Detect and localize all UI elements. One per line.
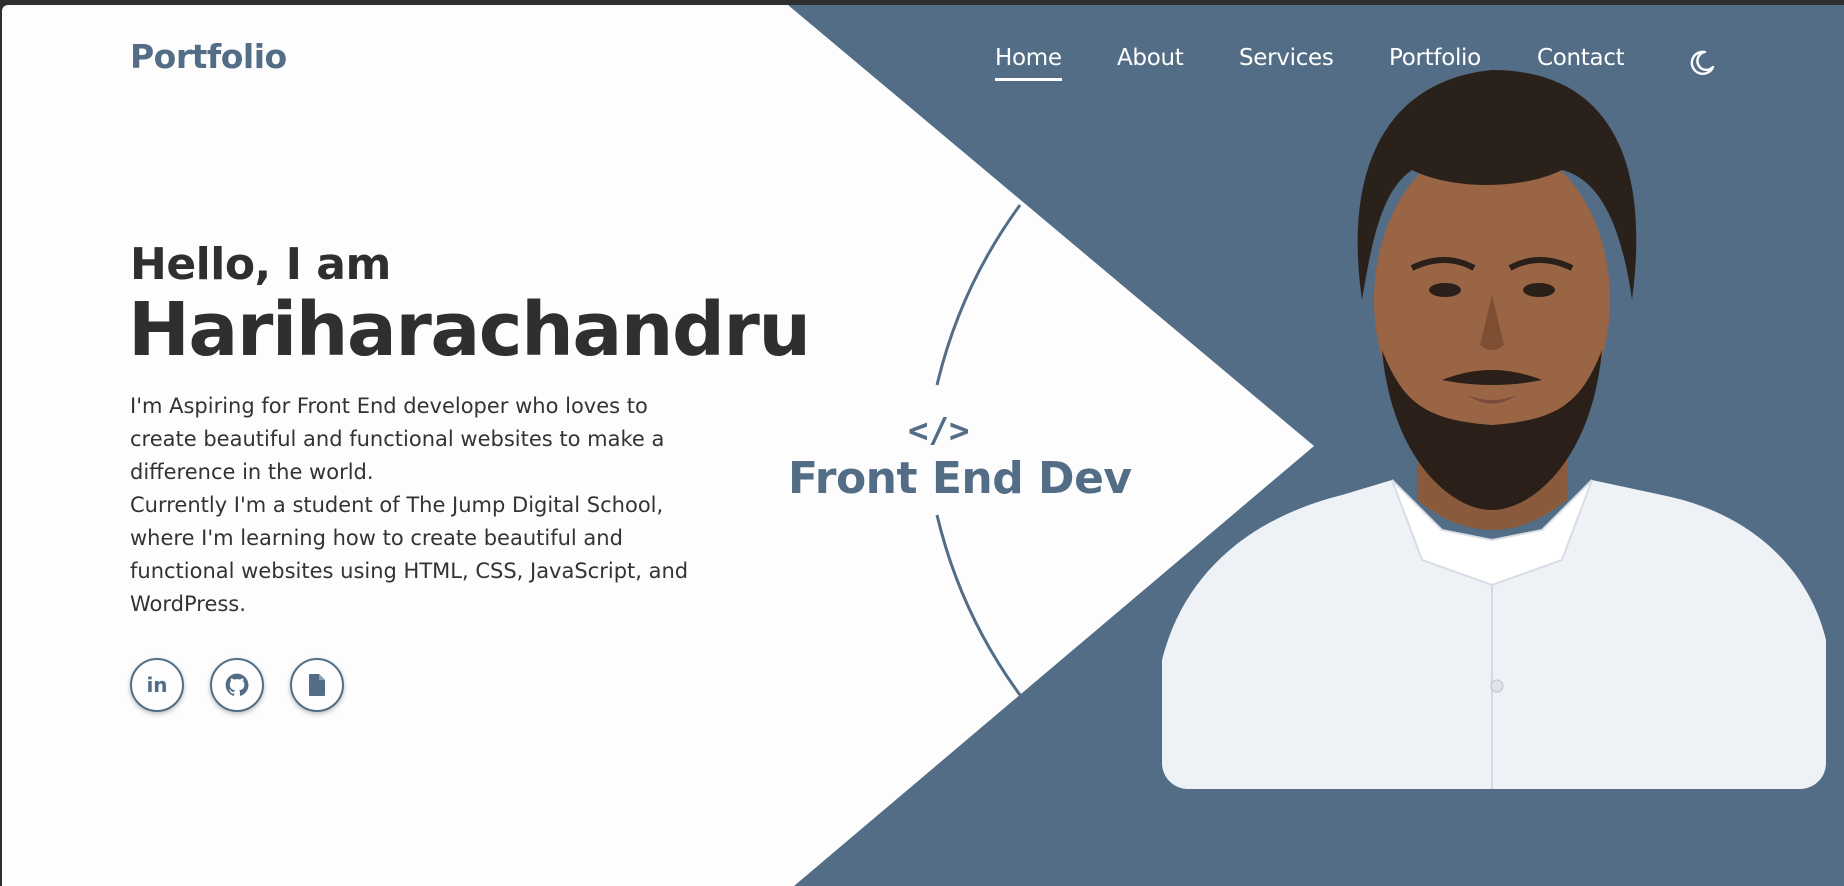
document-icon (309, 674, 325, 696)
profile-photo (1162, 40, 1826, 789)
bio-paragraph-1: I'm Aspiring for Front End developer who… (130, 394, 665, 484)
linkedin-button[interactable]: in (130, 658, 184, 712)
resume-button[interactable] (290, 658, 344, 712)
nav-home[interactable]: Home (995, 45, 1062, 81)
greeting: Hello, I am (130, 239, 391, 290)
arc-top (935, 204, 1022, 386)
role-title: Front End Dev (788, 453, 1132, 504)
bio: I'm Aspiring for Front End developer who… (130, 390, 720, 621)
github-button[interactable] (210, 658, 264, 712)
code-icon: </> (908, 411, 970, 451)
portfolio-page: Portfolio Home About Services Portfolio … (2, 5, 1844, 886)
github-icon (225, 673, 249, 696)
hero-name: Hariharachandru (128, 287, 811, 373)
linkedin-icon: in (146, 673, 168, 697)
bio-paragraph-2: Currently I'm a student of The Jump Digi… (130, 493, 689, 616)
arc-bottom (935, 514, 1022, 696)
